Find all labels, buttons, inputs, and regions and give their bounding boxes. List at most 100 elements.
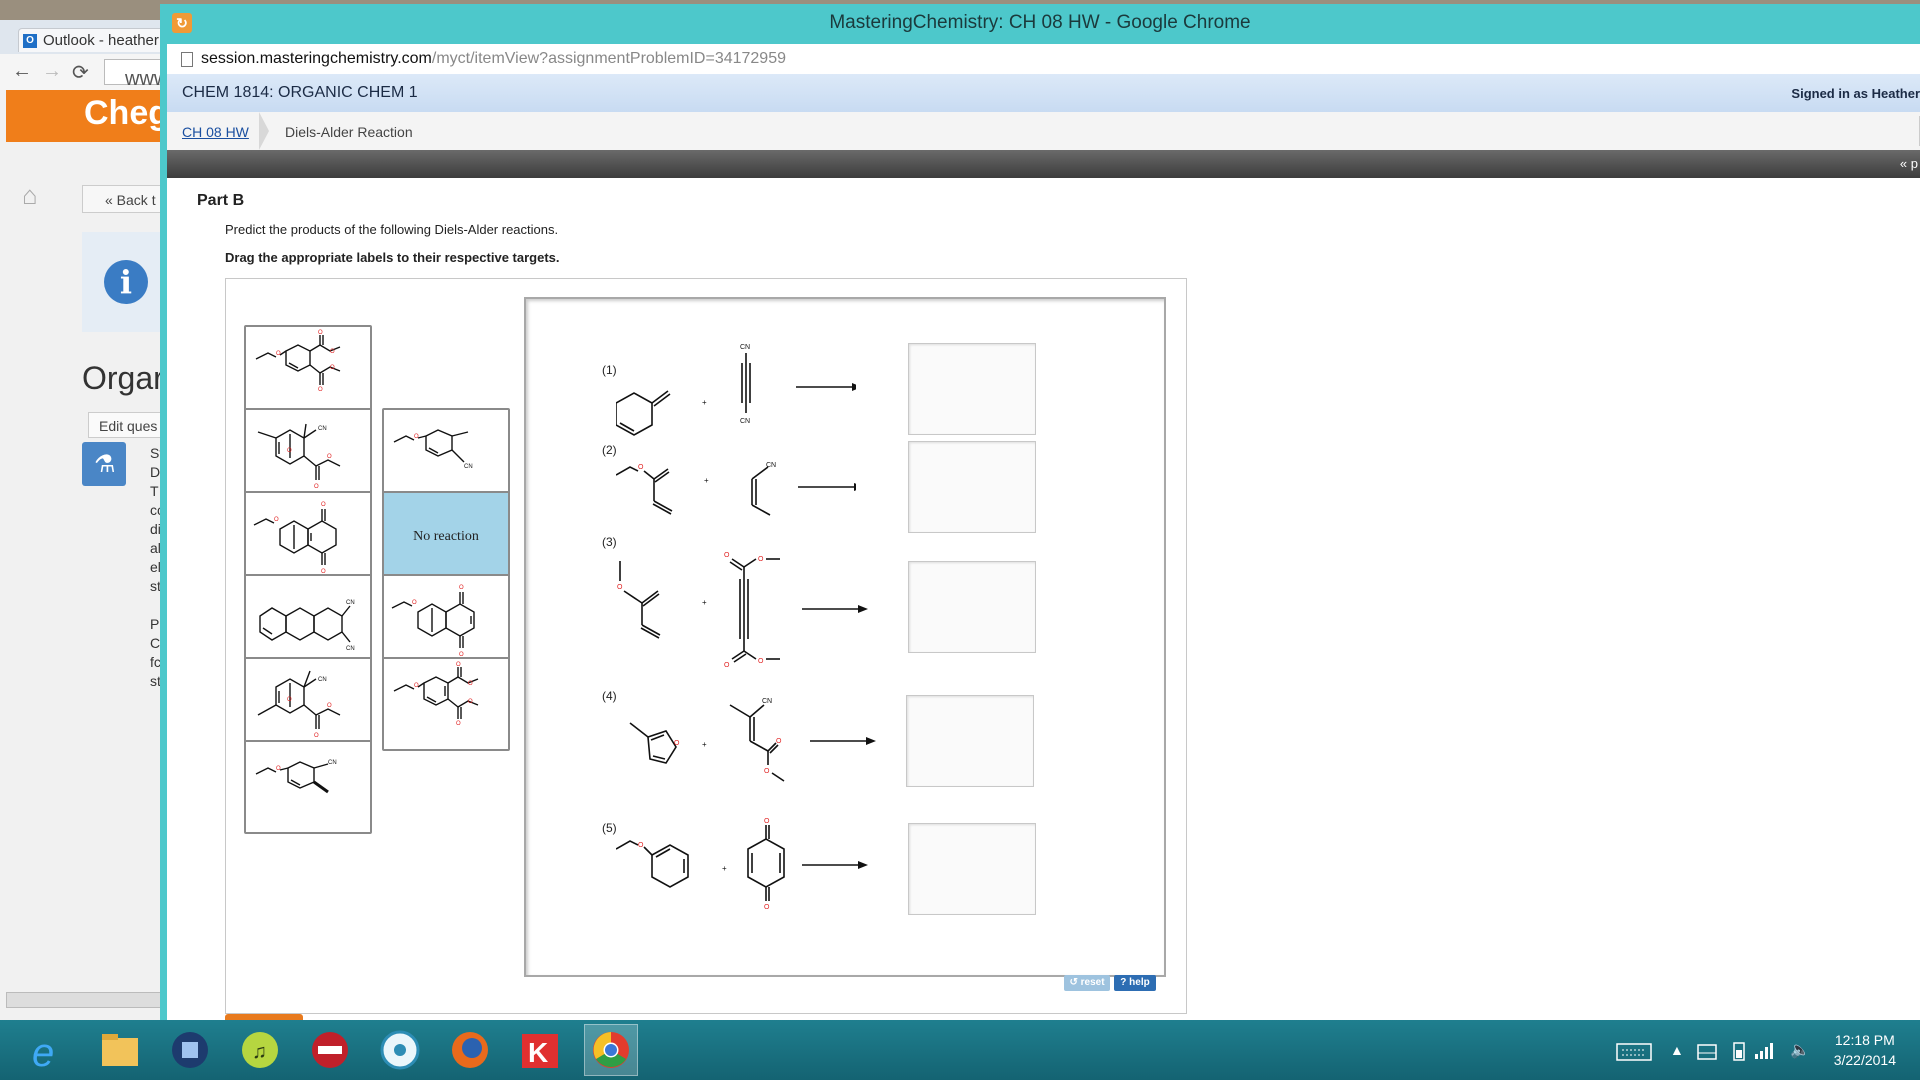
background-browser-window: O Outlook - heather ← → ⟳ www Cheg ⌂ « B… <box>0 20 170 1020</box>
svg-text:O: O <box>412 600 417 606</box>
background-tab-title: Outlook - heather <box>43 32 159 49</box>
svg-text:CN: CN <box>318 426 327 432</box>
molecule-diester-cyclohexadiene: O O O O O <box>393 662 479 727</box>
background-scrollbar[interactable] <box>6 992 170 1008</box>
label-card-1[interactable]: O O O O O <box>244 325 372 419</box>
svg-text:CN: CN <box>740 344 750 351</box>
help-button[interactable]: ? help <box>1114 975 1156 991</box>
system-clock[interactable]: 12:18 PM 3/22/2014 <box>1834 1030 1896 1070</box>
label-card-7[interactable]: CN O O O <box>244 657 372 751</box>
label-card-8[interactable]: O O O O O <box>382 657 510 751</box>
action-center-icon[interactable] <box>1696 1042 1718 1062</box>
back-button[interactable]: « Back t <box>82 185 170 213</box>
svg-text:O: O <box>456 721 461 727</box>
breadcrumb-assignment-link[interactable]: CH 08 HW <box>182 124 249 140</box>
svg-text:O: O <box>414 434 419 440</box>
file-explorer-icon[interactable] <box>98 1028 142 1072</box>
breadcrumb-separator <box>259 112 269 150</box>
svg-text:O: O <box>274 517 279 523</box>
drop-target-4[interactable] <box>906 695 1034 787</box>
reaction-5-scheme: O O O + <box>616 818 868 911</box>
itunes-icon[interactable]: ♫ <box>238 1028 282 1072</box>
svg-text:O: O <box>724 552 730 559</box>
part-title: Part B <box>197 192 245 209</box>
chrome-taskbar-button[interactable] <box>584 1024 638 1076</box>
molecule-bicyclic-dione-methoxy-2: O O O <box>391 585 475 658</box>
drop-target-5[interactable] <box>908 823 1036 915</box>
chrome-window: ↻ MasteringChemistry: CH 08 HW - Google … <box>160 4 1920 1022</box>
breadcrumb: CH 08 HW Diels-Alder Reaction <box>167 112 1920 151</box>
svg-text:O: O <box>617 584 623 591</box>
svg-text:e: e <box>32 1031 54 1072</box>
reaction-4-scheme: O CN O O + <box>629 698 876 782</box>
url-text[interactable]: session.masteringchemistry.com/myct/item… <box>201 50 786 68</box>
background-heading: Orgar <box>82 360 164 396</box>
keyboard-icon[interactable] <box>1616 1042 1652 1062</box>
battery-icon[interactable] <box>1732 1040 1746 1062</box>
label-card-2[interactable]: CN O O O <box>244 408 372 502</box>
reaction-number-2: (2) <box>602 443 617 457</box>
info-icon: i <box>104 260 148 304</box>
svg-text:+: + <box>704 476 709 485</box>
label-card-6[interactable]: O O O <box>382 574 510 668</box>
problem-prompt: Predict the products of the following Di… <box>225 222 559 237</box>
molecule-diester-cyclohexene: O O O O O <box>255 330 341 393</box>
svg-text:O: O <box>314 733 319 739</box>
background-tab-bar: O Outlook - heather <box>0 20 170 55</box>
background-tab-outlook[interactable]: O Outlook - heather <box>18 28 168 52</box>
audio-recorder-icon[interactable] <box>308 1028 352 1072</box>
molecule-oxabicyclic-cn-ester-2: CN O O O <box>257 670 341 739</box>
breadcrumb-current: Diels-Alder Reaction <box>285 124 413 140</box>
svg-text:♫: ♫ <box>252 1041 267 1063</box>
svg-text:O: O <box>327 703 332 709</box>
address-bar[interactable]: session.masteringchemistry.com/myct/item… <box>167 44 1920 75</box>
reset-button[interactable]: ↺ reset <box>1064 975 1110 991</box>
firefox-icon[interactable] <box>448 1028 492 1072</box>
label-card-4[interactable]: O O O <box>244 491 372 585</box>
svg-text:CN: CN <box>318 677 327 683</box>
reaction-number-3: (3) <box>602 535 617 549</box>
svg-text:K: K <box>528 1037 548 1068</box>
reload-icon[interactable]: ⟳ <box>72 60 89 85</box>
svg-text:O: O <box>318 330 323 336</box>
svg-text:O: O <box>764 904 770 911</box>
course-title: CHEM 1814: ORGANIC CHEM 1 <box>182 84 418 101</box>
previous-page-link[interactable]: « p <box>1900 156 1918 171</box>
home-icon[interactable]: ⌂ <box>22 180 38 211</box>
title-bar: ↻ MasteringChemistry: CH 08 HW - Google … <box>160 4 1920 44</box>
signed-in-text: Signed in as Heather <box>1791 86 1920 101</box>
svg-text:CN: CN <box>328 760 337 766</box>
media-player-icon[interactable] <box>168 1028 212 1072</box>
drop-target-2[interactable] <box>908 441 1036 533</box>
tray-expand-icon[interactable]: ▲ <box>1670 1042 1684 1058</box>
svg-text:O: O <box>776 738 782 745</box>
reaction-3-scheme: O O O O O + <box>617 552 868 669</box>
volume-icon[interactable]: 🔈 <box>1790 1040 1810 1060</box>
kaspersky-icon[interactable]: K <box>518 1028 562 1072</box>
label-card-3[interactable]: O CN <box>382 408 510 502</box>
molecule-octahydronaphthalene-dicn: CN CN <box>259 600 355 652</box>
svg-text:O: O <box>330 349 335 355</box>
window-title: MasteringChemistry: CH 08 HW - Google Ch… <box>829 12 1251 33</box>
svg-text:+: + <box>702 598 707 607</box>
svg-text:CN: CN <box>346 646 355 652</box>
drop-target-3[interactable] <box>908 561 1036 653</box>
chegg-logo-bar: Cheg <box>6 90 170 142</box>
clock-time: 12:18 PM <box>1834 1032 1895 1048</box>
network-signal-icon[interactable] <box>1754 1042 1774 1060</box>
label-card-5[interactable]: CN CN <box>244 574 372 668</box>
reaction-1-scheme: CN CN + <box>616 344 856 436</box>
reset-icon: ↺ <box>1069 977 1081 988</box>
svg-text:O: O <box>674 740 680 747</box>
edit-question-button[interactable]: Edit ques <box>88 412 170 438</box>
forward-arrow-icon[interactable]: → <box>42 60 62 83</box>
back-arrow-icon[interactable]: ← <box>12 60 32 83</box>
drop-target-1[interactable] <box>908 343 1036 435</box>
label-card-no-reaction[interactable]: No reaction <box>382 491 510 585</box>
internet-explorer-icon[interactable]: e <box>26 1028 70 1072</box>
svg-text:O: O <box>459 585 464 591</box>
svg-text:O: O <box>318 387 323 393</box>
disc-app-icon[interactable] <box>378 1028 422 1072</box>
svg-text:CN: CN <box>346 600 355 606</box>
label-card-9[interactable]: O CN <box>244 740 372 834</box>
